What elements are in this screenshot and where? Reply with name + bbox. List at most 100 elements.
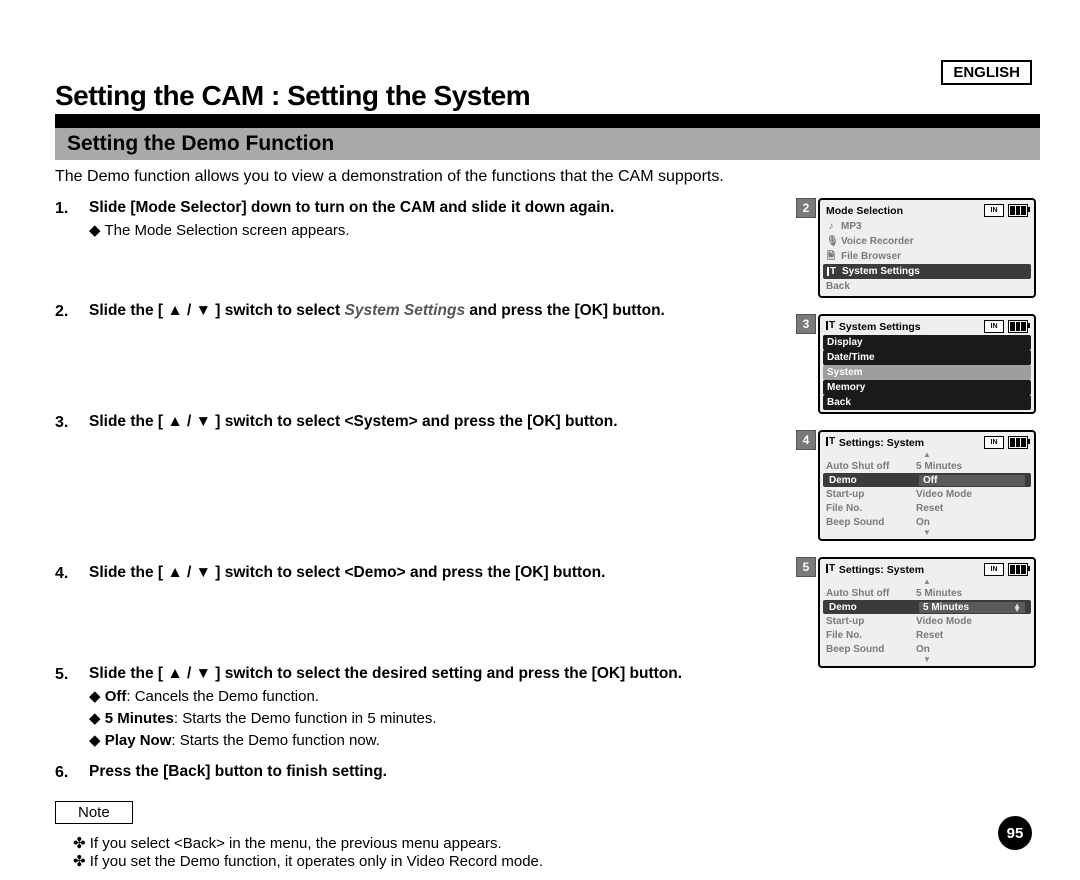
menu-label: Date/Time [827,352,875,363]
row-auto-shutoff: Auto Shut off5 Minutes [820,586,1034,600]
menu-label: Voice Recorder [841,236,914,247]
setting-value: Reset [916,503,1028,514]
memory-card-icon: IN [984,563,1004,576]
scroll-up-icon: ▲ [820,451,1034,459]
setting-value: On [916,517,1028,528]
settings-icon: T [826,321,836,331]
note-label-box: Note [55,801,133,824]
setting-value: On [916,644,1028,655]
option-desc: : Starts the Demo function in 5 minutes. [174,710,437,727]
screen-title: Mode Selection [826,205,903,217]
mic-icon: 🎙 [826,237,836,247]
row-beep: Beep SoundOn [820,515,1034,529]
option-name: Play Now [105,732,172,749]
setting-name: Auto Shut off [826,588,916,599]
step-2: Slide the [ ▲ / ▼ ] switch to select Sys… [55,301,798,322]
step-4: Slide the [ ▲ / ▼ ] switch to select <De… [55,563,798,584]
menu-label: Display [827,337,863,348]
screen-2-wrap: 2 Mode Selection IN ♪MP3 🎙Voice Recorder… [818,198,1040,298]
settings-icon: T [827,267,837,277]
setting-value: Video Mode [916,489,1028,500]
setting-name: Beep Sound [826,644,916,655]
step-title: Slide the [ ▲ / ▼ ] switch to select <Sy… [89,413,618,430]
music-icon: ♪ [826,222,836,232]
setting-name: Start-up [826,489,916,500]
setting-name: Auto Shut off [826,461,916,472]
menu-label: Back [827,397,851,408]
menu-label: MP3 [841,221,862,232]
step-title: Slide the [ ▲ / ▼ ] switch to select the… [89,665,682,682]
settings-system-screen: T Settings: System IN ▲ Auto Shut off5 M… [818,430,1036,541]
menu-item-voice: 🎙 Voice Recorder [820,234,1034,249]
menu-item-back: Back [823,395,1031,410]
screen-title: T Settings: System [826,564,924,576]
setting-value: 5 Minutes [916,461,1028,472]
row-fileno: File No.Reset [820,628,1034,642]
menu-label: Memory [827,382,865,393]
step-sub: Play Now: Starts the Demo function now. [89,731,798,751]
setting-name: Beep Sound [826,517,916,528]
battery-icon [1008,204,1028,217]
intro-text: The Demo function allows you to view a d… [55,168,1040,186]
menu-item-system: System [823,365,1031,380]
note-item: If you set the Demo function, it operate… [73,852,798,870]
step-6: Press the [Back] button to finish settin… [55,762,798,783]
page-title: Setting the CAM : Setting the System [55,80,1040,112]
row-auto-shutoff: Auto Shut off5 Minutes [820,459,1034,473]
setting-name: File No. [826,630,916,641]
manual-page: ENGLISH Setting the CAM : Setting the Sy… [0,0,1080,880]
battery-icon [1008,563,1028,576]
settings-icon: T [826,564,836,574]
note-item: If you select <Back> in the menu, the pr… [73,834,798,852]
file-icon: 🗎 [826,252,836,262]
page-number-badge: 95 [998,816,1032,850]
notes-list: If you select <Back> in the menu, the pr… [73,834,798,870]
step-sub: 5 Minutes: Starts the Demo function in 5… [89,709,798,729]
title-bar: Setting the CAM : Setting the System Set… [55,80,1040,160]
step-3: Slide the [ ▲ / ▼ ] switch to select <Sy… [55,412,798,433]
step-title: Slide the [ ▲ / ▼ ] switch to select <De… [89,564,605,581]
screen-3-wrap: 3 T System Settings IN Display Date/Time… [818,314,1040,414]
step-sub: Off: Cancels the Demo function. [89,687,798,707]
step-text: Slide the [ ▲ / ▼ ] switch to select [89,302,344,319]
setting-name: Demo [829,602,919,613]
memory-card-icon: IN [984,436,1004,449]
memory-card-icon: IN [984,320,1004,333]
step-text: and press the [OK] button. [465,302,665,319]
menu-label: File Browser [841,251,901,262]
language-badge: ENGLISH [941,60,1032,85]
row-beep: Beep SoundOn [820,642,1034,656]
option-name: 5 Minutes [105,710,174,727]
title-divider [55,114,1040,128]
scroll-up-icon: ▲ [820,578,1034,586]
screen-4-wrap: 4 T Settings: System IN ▲ Auto Shut off5… [818,430,1040,541]
menu-label: System [827,367,863,378]
step-title: Slide [Mode Selector] down to turn on th… [89,199,614,216]
menu-item-filebrowser: 🗎 File Browser [820,249,1034,264]
menu-item-datetime: Date/Time [823,350,1031,365]
mode-selection-screen: Mode Selection IN ♪MP3 🎙Voice Recorder 🗎… [818,198,1036,298]
step-sub: The Mode Selection screen appears. [89,221,798,241]
battery-icon [1008,320,1028,333]
screen-number-badge: 5 [796,557,816,577]
menu-item-back: Back [820,279,1034,294]
row-demo: DemoOff [823,473,1031,487]
screen-5-wrap: 5 T Settings: System IN ▲ Auto Shut off5… [818,557,1040,668]
step-title: Slide the [ ▲ / ▼ ] switch to select Sys… [89,302,665,319]
settings-icon: T [826,437,836,447]
steps-list: Slide [Mode Selector] down to turn on th… [55,198,798,783]
step-title: Press the [Back] button to finish settin… [89,763,387,780]
menu-item-mp3: ♪ MP3 [820,219,1034,234]
row-startup: Start-upVideo Mode [820,614,1034,628]
step-1: Slide [Mode Selector] down to turn on th… [55,198,798,241]
setting-name: Demo [829,475,919,486]
scroll-down-icon: ▼ [820,529,1034,537]
setting-value: Off [919,475,1025,486]
row-fileno: File No.Reset [820,501,1034,515]
screen-number-badge: 3 [796,314,816,334]
scroll-down-icon: ▼ [820,656,1034,664]
section-subtitle: Setting the Demo Function [55,128,1040,160]
screen-title: T System Settings [826,321,921,333]
system-settings-screen: T System Settings IN Display Date/Time S… [818,314,1036,414]
setting-value: Reset [916,630,1028,641]
